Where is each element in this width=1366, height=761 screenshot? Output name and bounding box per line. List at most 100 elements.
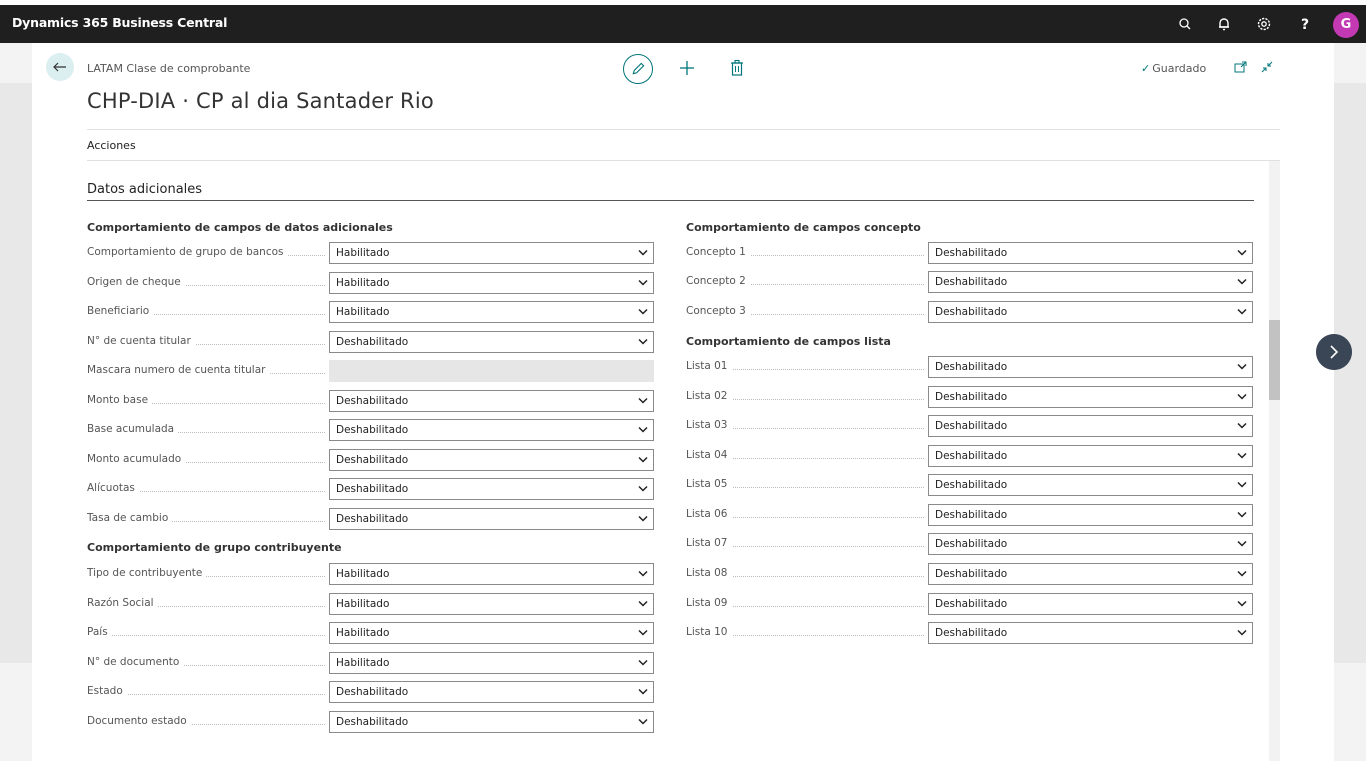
form-row: Razón Social Habilitado [87, 593, 654, 615]
dropdown-select[interactable]: Deshabilitado [928, 356, 1253, 378]
dropdown-select[interactable]: Deshabilitado [329, 508, 654, 530]
dropdown-select[interactable]: Habilitado [329, 563, 654, 585]
dropdown-select[interactable]: Deshabilitado [329, 419, 654, 441]
field-label: N° de cuenta titular [87, 335, 325, 349]
chevron-down-icon [1237, 540, 1247, 547]
form-row: Lista 07 Deshabilitado [686, 533, 1254, 555]
dropdown-select[interactable]: Deshabilitado [329, 331, 654, 353]
chevron-down-icon [638, 659, 648, 666]
dropdown-select[interactable]: Habilitado [329, 242, 654, 264]
field-label: Concepto 3 [686, 305, 924, 319]
collapse-icon[interactable] [1260, 60, 1274, 74]
dropdown-select[interactable]: Habilitado [329, 301, 654, 323]
dropdown-select[interactable]: Deshabilitado [928, 593, 1253, 615]
dropdown-select[interactable]: Deshabilitado [928, 622, 1253, 644]
field-label: Documento estado [87, 715, 325, 729]
dropdown-select[interactable]: Deshabilitado [928, 386, 1253, 408]
form-row: Lista 06 Deshabilitado [686, 504, 1254, 526]
dropdown-select[interactable]: Deshabilitado [928, 445, 1253, 467]
form-row: País Habilitado [87, 622, 654, 644]
form-row: Lista 05 Deshabilitado [686, 474, 1254, 496]
form-row: Mascara numero de cuenta titular [87, 360, 654, 382]
field-label: Base acumulada [87, 423, 325, 437]
app-title[interactable]: Dynamics 365 Business Central [12, 15, 227, 30]
chevron-down-icon [1237, 452, 1247, 459]
dropdown-select[interactable]: Deshabilitado [329, 449, 654, 471]
group-title: Comportamiento de campos lista [686, 335, 891, 348]
new-button[interactable] [678, 59, 696, 77]
field-label: Razón Social [87, 597, 325, 611]
dropdown-select[interactable]: Deshabilitado [928, 533, 1253, 555]
field-label: Monto base [87, 394, 325, 408]
field-label: Lista 10 [686, 626, 924, 640]
field-label: Mascara numero de cuenta titular [87, 364, 325, 378]
dropdown-select[interactable]: Deshabilitado [928, 474, 1253, 496]
field-label: Lista 08 [686, 567, 924, 581]
form-row: Monto acumulado Deshabilitado [87, 449, 654, 471]
field-label: Lista 04 [686, 449, 924, 463]
form-row: N° de documento Habilitado [87, 652, 654, 674]
delete-button[interactable] [729, 59, 745, 77]
form-row: Concepto 2 Deshabilitado [686, 271, 1254, 293]
dropdown-select[interactable]: Deshabilitado [928, 563, 1253, 585]
bell-icon[interactable] [1215, 15, 1233, 33]
avatar[interactable]: G [1333, 12, 1359, 38]
breadcrumb: LATAM Clase de comprobante [87, 62, 251, 75]
field-label: Concepto 2 [686, 275, 924, 289]
chevron-down-icon [638, 718, 648, 725]
next-record-button[interactable] [1316, 334, 1352, 370]
edit-button[interactable] [623, 54, 653, 84]
chevron-down-icon [1237, 278, 1247, 285]
dropdown-select[interactable]: Habilitado [329, 593, 654, 615]
form-row: Comportamiento de grupo de bancos Habilit… [87, 242, 654, 264]
dropdown-select[interactable]: Deshabilitado [329, 681, 654, 703]
field-label: Monto acumulado [87, 453, 325, 467]
dropdown-select[interactable]: Deshabilitado [329, 478, 654, 500]
form-row: Estado Deshabilitado [87, 681, 654, 703]
scrollbar-track[interactable] [1269, 161, 1280, 761]
field-label: Alícuotas [87, 482, 325, 496]
field-label: Lista 09 [686, 597, 924, 611]
form-row: Beneficiario Habilitado [87, 301, 654, 323]
open-new-window-icon[interactable] [1234, 60, 1248, 74]
field-label: Origen de cheque [87, 276, 325, 290]
text-field[interactable] [329, 360, 654, 382]
form-row: Monto base Deshabilitado [87, 390, 654, 412]
chevron-down-icon [1237, 570, 1247, 577]
help-icon[interactable]: ? [1296, 15, 1314, 33]
field-label: Lista 05 [686, 478, 924, 492]
form-row: Documento estado Deshabilitado [87, 711, 654, 733]
dropdown-select[interactable]: Deshabilitado [928, 301, 1253, 323]
form-row: Lista 04 Deshabilitado [686, 445, 1254, 467]
dropdown-select[interactable]: Deshabilitado [928, 271, 1253, 293]
dropdown-select[interactable]: Deshabilitado [928, 504, 1253, 526]
dropdown-select[interactable]: Deshabilitado [928, 415, 1253, 437]
field-label: N° de documento [87, 656, 325, 670]
form-row: Tipo de contribuyente Habilitado [87, 563, 654, 585]
chevron-down-icon [638, 515, 648, 522]
chevron-down-icon [638, 249, 648, 256]
chevron-down-icon [1237, 249, 1247, 256]
chevron-down-icon [638, 570, 648, 577]
form-row: Lista 09 Deshabilitado [686, 593, 1254, 615]
scrollbar-thumb[interactable] [1269, 320, 1280, 400]
dropdown-select[interactable]: Deshabilitado [928, 242, 1253, 264]
back-button[interactable] [46, 53, 74, 81]
dropdown-select[interactable]: Deshabilitado [329, 390, 654, 412]
dropdown-select[interactable]: Deshabilitado [329, 711, 654, 733]
section-title[interactable]: Datos adicionales [87, 182, 202, 197]
form-row: Lista 08 Deshabilitado [686, 563, 1254, 585]
form-row: Concepto 1 Deshabilitado [686, 242, 1254, 264]
dropdown-select[interactable]: Habilitado [329, 272, 654, 294]
chevron-down-icon [1237, 481, 1247, 488]
dropdown-select[interactable]: Habilitado [329, 652, 654, 674]
search-icon[interactable] [1176, 15, 1194, 33]
page-title: CHP-DIA · CP al dia Santader Rio [87, 89, 434, 113]
chevron-down-icon [638, 456, 648, 463]
svg-text:?: ? [1301, 17, 1309, 33]
dropdown-select[interactable]: Habilitado [329, 622, 654, 644]
actions-menu[interactable]: Acciones [87, 139, 136, 152]
gear-icon[interactable] [1255, 15, 1273, 33]
field-label: Lista 07 [686, 537, 924, 551]
group-title: Comportamiento de campos concepto [686, 221, 921, 234]
